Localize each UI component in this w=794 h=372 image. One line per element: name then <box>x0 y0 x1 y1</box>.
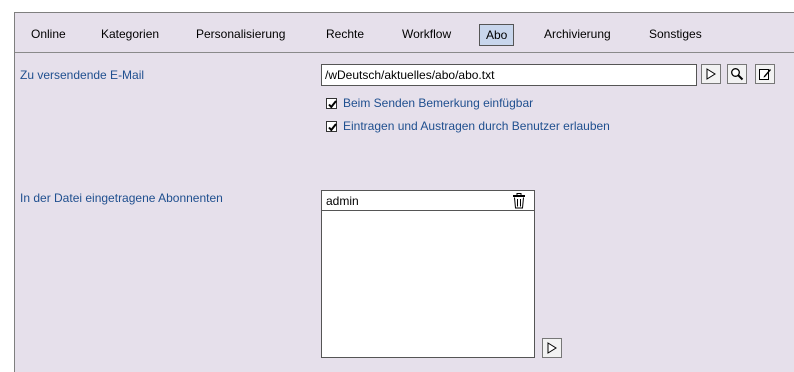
option-eintragen[interactable]: Eintragen und Austragen durch Benutzer e… <box>326 117 610 135</box>
pointer-select-icon[interactable] <box>542 338 562 358</box>
tab-workflow[interactable]: Workflow <box>396 24 457 46</box>
subscriber-name: admin <box>326 194 359 208</box>
tab-bar: Online Kategorien Personalisierung Recht… <box>15 13 794 53</box>
bemerkung-checkbox[interactable] <box>326 97 337 109</box>
abo-panel: Zu versendende E-Mail /wDeutsch/aktuelle… <box>15 54 794 372</box>
tab-sonstiges[interactable]: Sonstiges <box>643 24 708 46</box>
bemerkung-label: Beim Senden Bemerkung einfügbar <box>343 96 534 110</box>
email-label: Zu versendende E-Mail <box>20 68 145 82</box>
trash-icon[interactable] <box>512 193 526 209</box>
tab-archivierung[interactable]: Archivierung <box>538 24 617 46</box>
eintragen-label: Eintragen und Austragen durch Benutzer e… <box>343 119 610 133</box>
edit-icon[interactable] <box>755 64 775 84</box>
tab-personalisierung[interactable]: Personalisierung <box>190 24 291 46</box>
dialog-frame: Online Kategorien Personalisierung Recht… <box>14 12 794 372</box>
pointer-select-icon[interactable] <box>701 64 721 84</box>
email-path-field[interactable]: /wDeutsch/aktuelles/abo/abo.txt <box>321 64 697 86</box>
tab-kategorien[interactable]: Kategorien <box>95 24 165 46</box>
magnifier-icon[interactable] <box>727 64 747 84</box>
subscribers-label: In der Datei eingetragene Abonnenten <box>20 191 223 205</box>
tab-online[interactable]: Online <box>25 24 72 46</box>
eintragen-checkbox[interactable] <box>326 120 337 132</box>
subscribers-list[interactable]: admin <box>321 190 535 358</box>
option-bemerkung[interactable]: Beim Senden Bemerkung einfügbar <box>326 94 533 112</box>
list-item[interactable]: admin <box>322 191 534 211</box>
tab-abo[interactable]: Abo <box>479 24 515 46</box>
tab-rechte[interactable]: Rechte <box>320 24 370 46</box>
